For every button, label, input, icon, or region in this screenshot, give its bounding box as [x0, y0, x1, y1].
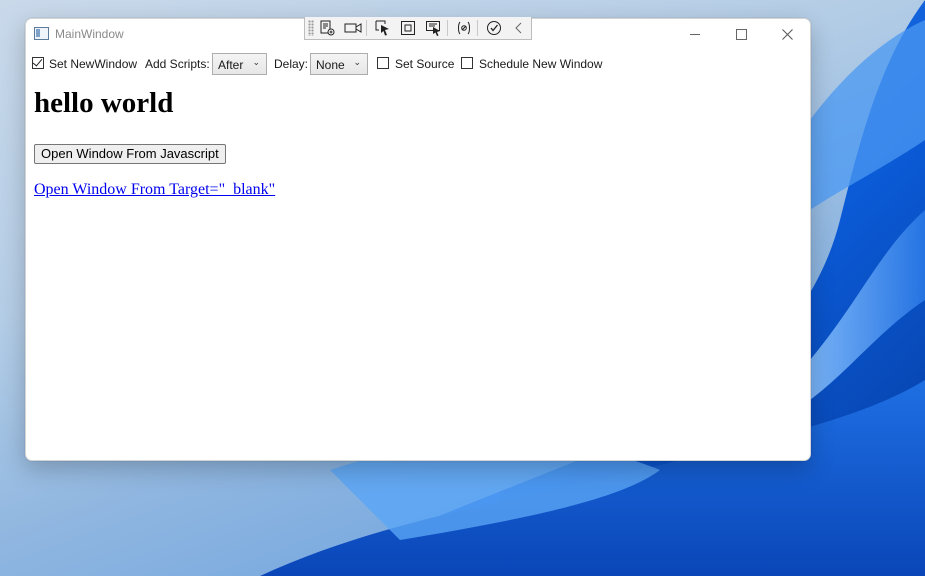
display-layout-icon	[401, 21, 416, 35]
maximize-icon	[735, 28, 747, 40]
toolbar-separator	[477, 20, 479, 36]
add-scripts-label: Add Scripts:	[145, 57, 210, 71]
hot-reload-check-button[interactable]	[482, 18, 505, 38]
checkmark-icon	[32, 56, 43, 67]
collapse-toolbar-button[interactable]	[508, 18, 531, 38]
set-source-checkbox[interactable]	[377, 57, 389, 69]
chevron-down-icon: ⌄	[252, 57, 260, 67]
add-scripts-value: After	[218, 58, 244, 72]
set-new-window-label[interactable]: Set NewWindow	[49, 57, 137, 71]
hot-reload-check-icon	[487, 21, 502, 35]
xaml-debug-toolbar	[304, 17, 532, 40]
toolbar-separator	[366, 20, 368, 36]
collapse-chevron-icon	[515, 22, 522, 34]
schedule-new-window-checkbox[interactable]	[461, 57, 473, 69]
app-window-icon	[34, 27, 49, 40]
select-element-button[interactable]	[371, 18, 394, 38]
page-heading: hello world	[34, 87, 174, 119]
grip-icon[interactable]	[308, 20, 314, 36]
chevron-down-icon: ⌄	[353, 57, 361, 67]
schedule-new-window-label[interactable]: Schedule New Window	[479, 57, 602, 71]
delay-dropdown[interactable]: None ⌄	[310, 53, 368, 75]
select-element-icon	[375, 20, 389, 36]
set-source-label[interactable]: Set Source	[395, 57, 454, 71]
close-button[interactable]	[764, 19, 810, 49]
live-tree-icon	[320, 20, 335, 36]
add-scripts-dropdown[interactable]: After ⌄	[212, 53, 267, 75]
options-toolbar: Set NewWindow Add Scripts: After ⌄ Delay…	[26, 53, 810, 75]
set-new-window-checkbox[interactable]	[32, 56, 44, 69]
window-title: MainWindow	[55, 27, 124, 41]
live-tree-button[interactable]	[316, 18, 339, 38]
track-focus-icon	[425, 21, 440, 36]
delay-label: Delay:	[274, 57, 309, 71]
open-window-target-link[interactable]: Open Window From Target="_blank"	[34, 181, 275, 199]
delay-value: None	[316, 58, 345, 72]
close-icon	[781, 28, 793, 40]
minimize-icon	[690, 33, 700, 35]
open-window-js-button[interactable]: Open Window From Javascript	[34, 144, 226, 164]
minimize-button[interactable]	[672, 19, 718, 49]
main-window: MainWindow Set NewWindow Add Scripts: Af…	[25, 18, 811, 461]
toolbar-separator	[447, 20, 449, 36]
track-focus-button[interactable]	[422, 18, 445, 38]
binding-failures-button[interactable]	[452, 18, 475, 38]
maximize-button[interactable]	[718, 19, 764, 49]
record-button[interactable]	[341, 18, 364, 38]
record-icon	[344, 23, 362, 33]
binding-failures-icon	[457, 21, 470, 35]
display-layout-button[interactable]	[397, 18, 420, 38]
